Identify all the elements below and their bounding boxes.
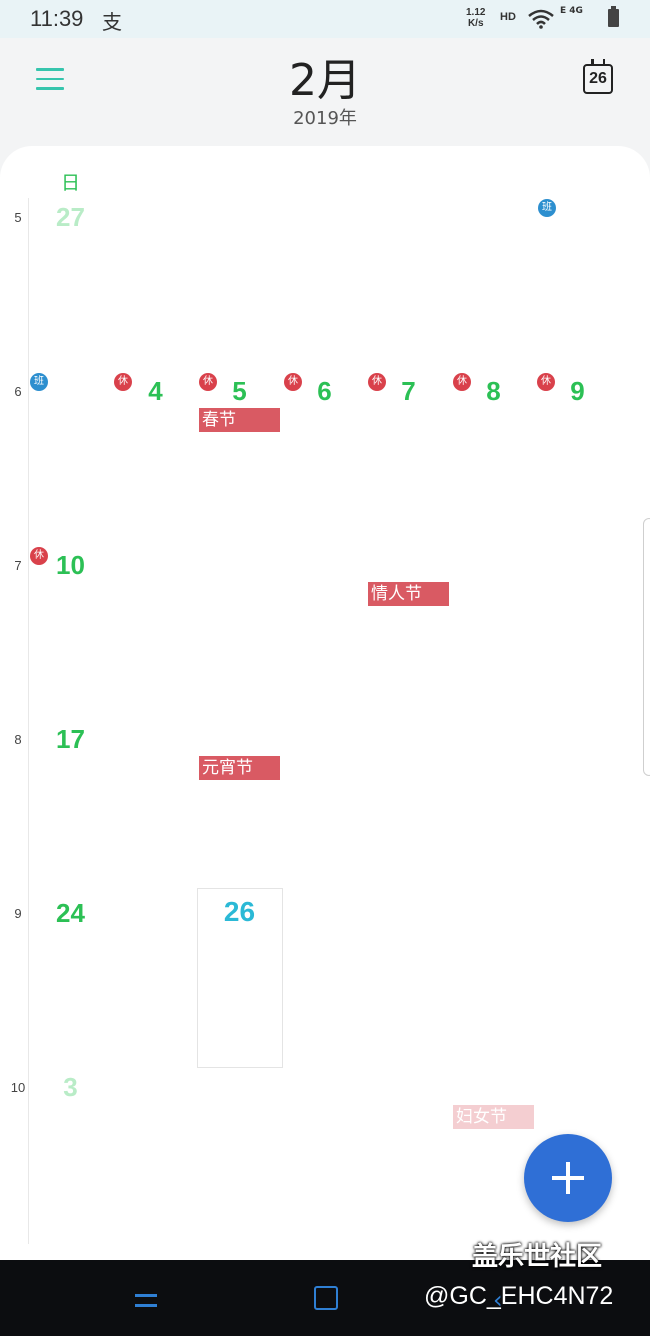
day-cell[interactable]: 1 xyxy=(451,898,536,929)
net-speed: 1.12 K/s xyxy=(466,7,485,29)
rest-day-badge: 休 xyxy=(114,373,132,391)
today-icon-day: 26 xyxy=(589,70,607,87)
day-cell[interactable]: 7 xyxy=(366,1072,451,1103)
net-speed-unit: K/s xyxy=(467,18,484,29)
month-title: 2月 xyxy=(289,55,361,106)
add-icon[interactable] xyxy=(524,1134,612,1222)
day-cell[interactable]: 21 xyxy=(366,724,451,755)
day-cell[interactable]: 15 xyxy=(451,550,536,581)
status-time: 11:39 xyxy=(30,6,84,31)
status-bar: 11:39 支 1.12 K/s HD E 4G xyxy=(0,0,650,38)
day-cell[interactable]: 2 xyxy=(535,898,620,929)
weekday-sun: 日 xyxy=(60,172,80,194)
day-cell[interactable]: 18 xyxy=(113,724,198,755)
scroll-handle[interactable] xyxy=(643,518,650,776)
day-cell[interactable]: 8 xyxy=(451,1072,536,1103)
day-cell[interactable]: 4 xyxy=(113,1072,198,1103)
day-cell[interactable]: 14 xyxy=(366,550,451,581)
rest-day-badge: 休 xyxy=(368,373,386,391)
event-valentines-day[interactable]: 情人节 xyxy=(368,582,449,606)
rest-day-badge: 休 xyxy=(284,373,302,391)
day-cell[interactable]: 5 xyxy=(197,1072,282,1103)
day-cell[interactable]: 11 xyxy=(113,550,198,581)
day-cell[interactable]: 1 xyxy=(451,202,536,233)
net-speed-value: 1.12 xyxy=(466,7,486,18)
day-cell[interactable]: 29 xyxy=(197,202,282,233)
day-cell[interactable]: 19 xyxy=(197,724,282,755)
day-cell[interactable]: 28 xyxy=(113,202,198,233)
rest-day-badge: 休 xyxy=(199,373,217,391)
weekday-mon: 一 xyxy=(145,172,165,194)
day-cell[interactable]: 25 xyxy=(113,898,198,929)
wifi-icon xyxy=(528,9,554,29)
battery-icon xyxy=(608,6,619,27)
work-day-badge: 班 xyxy=(538,199,556,217)
day-cell[interactable]: 31 xyxy=(366,202,451,233)
weekday-thu: 四 xyxy=(398,172,418,194)
weekday-wed: 三 xyxy=(314,172,334,194)
rest-day-badge: 休 xyxy=(453,373,471,391)
signal-icon: E 4G xyxy=(560,6,583,16)
day-cell[interactable]: 3 xyxy=(28,1072,113,1103)
watermark-handle: @GC_EHC4N72 xyxy=(424,1282,614,1310)
alipay-icon: 支 xyxy=(102,10,122,34)
day-cell[interactable]: 13 xyxy=(282,550,367,581)
event-womens-day[interactable]: 妇女节 xyxy=(453,1105,534,1129)
weekday-tue: 二 xyxy=(229,172,249,194)
day-cell[interactable]: 6 xyxy=(282,1072,367,1103)
back-icon[interactable] xyxy=(133,1286,161,1314)
weekday-fri: 五 xyxy=(483,172,503,194)
work-day-badge: 班 xyxy=(30,373,48,391)
day-cell[interactable]: 27 xyxy=(28,202,113,233)
day-cell[interactable]: 16 xyxy=(535,550,620,581)
hd-indicator: HD xyxy=(500,11,516,23)
event-spring-festival[interactable]: 春节 xyxy=(199,408,280,432)
day-cell[interactable]: 27 xyxy=(282,898,367,929)
day-cell[interactable]: 17 xyxy=(28,724,113,755)
day-cell[interactable]: 22 xyxy=(451,724,536,755)
day-cell-today[interactable]: 26 xyxy=(197,896,282,928)
calendar-header: 2月 2019年 26 xyxy=(0,38,650,148)
weekday-sat: 六 xyxy=(567,172,587,194)
event-lantern-festival[interactable]: 元宵节 xyxy=(199,756,280,780)
day-cell[interactable]: 20 xyxy=(282,724,367,755)
year-title: 2019年 xyxy=(293,108,357,129)
calendar-today-icon[interactable]: 26 xyxy=(583,59,613,94)
day-cell[interactable]: 12 xyxy=(197,550,282,581)
day-cell[interactable]: 9 xyxy=(535,1072,620,1103)
day-cell[interactable]: 23 xyxy=(535,724,620,755)
watermark-title: 盖乐世社区 xyxy=(472,1242,603,1272)
day-cell[interactable]: 24 xyxy=(28,898,113,929)
rest-day-badge: 休 xyxy=(30,547,48,565)
home-icon[interactable] xyxy=(314,1286,338,1310)
rest-day-badge: 休 xyxy=(537,373,555,391)
month-grid: 日 一 二 三 四 五 六 5 6 7 8 9 10 27 28 29 30 3… xyxy=(0,146,650,1260)
day-cell[interactable]: 28 xyxy=(366,898,451,929)
day-cell[interactable]: 30 xyxy=(282,202,367,233)
